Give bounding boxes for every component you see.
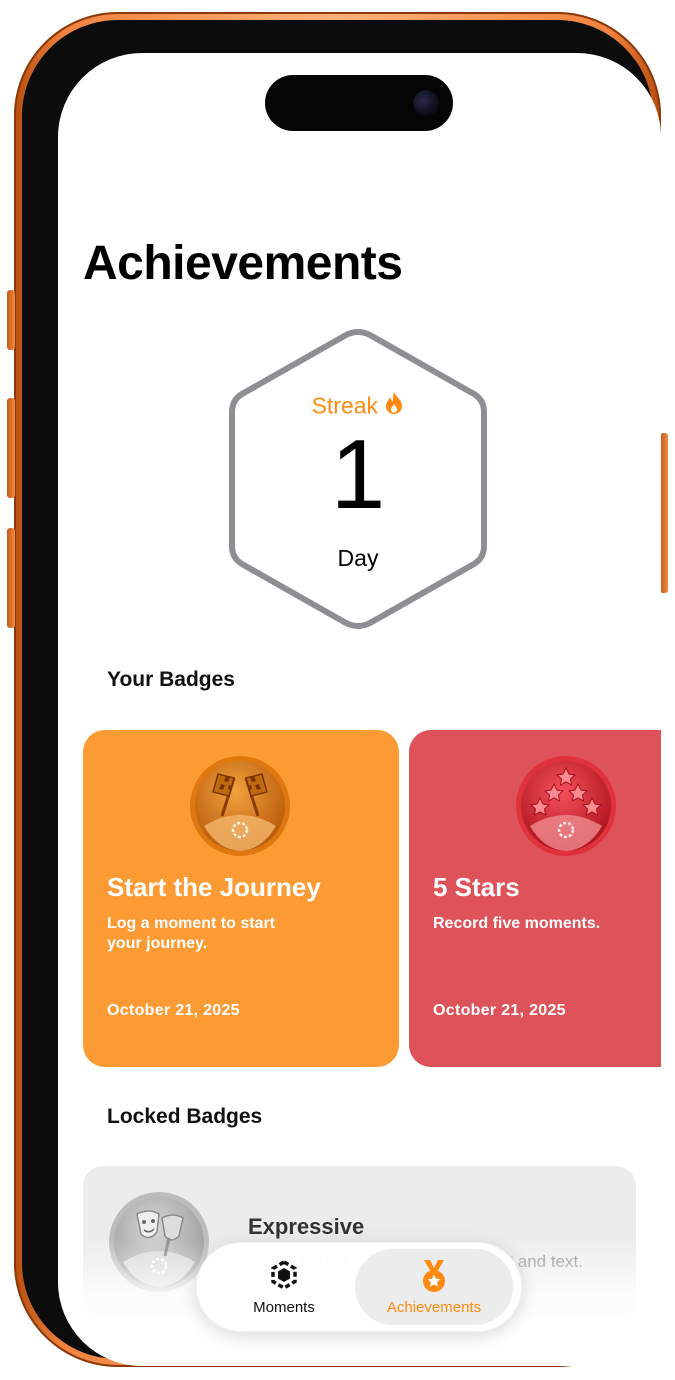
badge-date: October 21, 2025 [433, 1002, 566, 1019]
dynamic-island [265, 75, 453, 131]
locked-badge-title: Expressive [248, 1214, 365, 1239]
camera-icon [413, 90, 439, 116]
page-title: Achievements [83, 237, 403, 290]
badge-title: Start the Journey [107, 872, 321, 902]
your-badges-title: Your Badges [107, 668, 235, 691]
power-button [660, 433, 668, 593]
badge-card-5-stars[interactable]: 5 Stars Record five moments. October 21,… [409, 730, 661, 1067]
bezel: Achievements Streak 1 Day Your Badges St… [22, 20, 661, 1366]
badge-date: October 21, 2025 [107, 1002, 240, 1019]
tab-achievements[interactable]: Achievements [355, 1249, 513, 1325]
streak-unit: Day [337, 545, 379, 571]
locked-badges-title: Locked Badges [107, 1105, 263, 1128]
screen: Achievements Streak 1 Day Your Badges St… [58, 53, 661, 1366]
volume-down-button [7, 528, 15, 628]
badge-card-start-the-journey[interactable]: Start the Journey Log a moment to start … [83, 730, 399, 1067]
flame-icon [384, 392, 404, 420]
streak-count: 1 [330, 419, 386, 529]
volume-up-button [7, 398, 15, 498]
action-button [7, 290, 15, 350]
badge-title: 5 Stars [433, 872, 520, 902]
streak-hexagon: Streak 1 Day [223, 329, 493, 629]
tab-bar: Moments Achievements [196, 1242, 522, 1332]
medal-icon [418, 1259, 450, 1298]
hexagon-dots-icon [268, 1259, 300, 1296]
badge-description: Log a moment to start your journey. [107, 915, 276, 952]
five-stars-medal-icon [514, 754, 618, 863]
checkered-flags-medal-icon [188, 754, 292, 863]
tab-moments[interactable]: Moments [205, 1249, 363, 1325]
streak-label: Streak [223, 391, 493, 421]
badge-description: Record five moments. [433, 915, 601, 932]
